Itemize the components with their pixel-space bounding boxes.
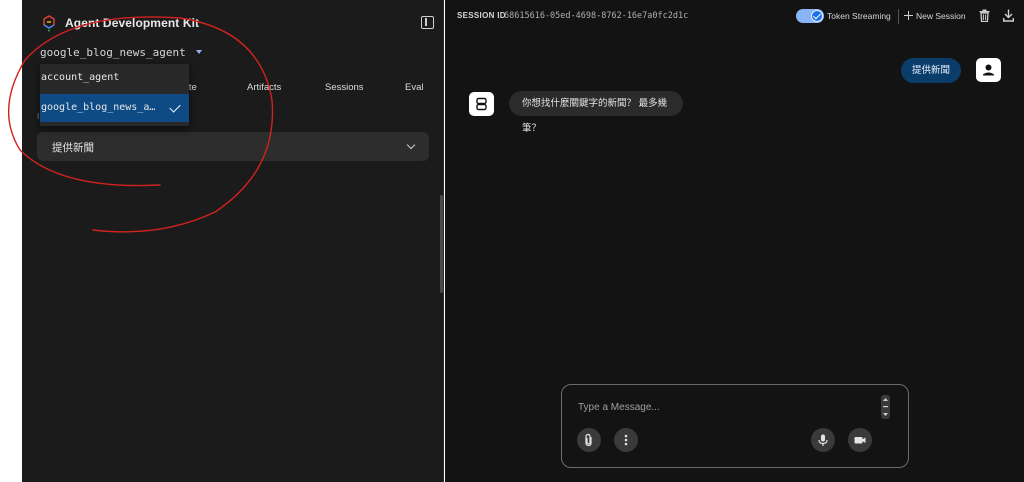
more-options-button[interactable] bbox=[614, 428, 638, 452]
trash-icon[interactable] bbox=[979, 9, 990, 22]
divider bbox=[898, 9, 899, 24]
new-session-button[interactable]: New Session bbox=[916, 11, 966, 21]
agent-dropdown-menu: account_agent google_blog_news_a… bbox=[40, 64, 189, 126]
paperclip-icon bbox=[585, 433, 592, 447]
dropdown-arrow-icon bbox=[195, 50, 202, 54]
person-icon bbox=[983, 64, 994, 76]
adk-logo-icon bbox=[43, 15, 55, 32]
bot-avatar bbox=[469, 92, 494, 116]
event-select[interactable]: 提供新聞 bbox=[37, 132, 429, 161]
tab-artifacts[interactable]: Artifacts bbox=[247, 82, 281, 93]
toggle-knob bbox=[811, 10, 823, 22]
agent-select-value: google_blog_news_agent bbox=[40, 45, 186, 59]
chevron-down-icon bbox=[406, 140, 416, 150]
tab-sessions[interactable]: Sessions bbox=[325, 82, 364, 93]
videocam-icon bbox=[854, 437, 866, 444]
token-streaming-label: Token Streaming bbox=[827, 11, 891, 21]
top-bar: SESSION ID 68615616-05ed-4698-8762-16e7a… bbox=[445, 0, 1024, 32]
agent-select[interactable]: google_blog_news_agent bbox=[40, 44, 202, 60]
message-composer bbox=[561, 384, 909, 468]
dropdown-option-google-blog-news-agent[interactable]: google_blog_news_a… bbox=[40, 94, 189, 122]
sidebar-scrollbar[interactable] bbox=[440, 195, 443, 293]
mic-icon bbox=[818, 434, 828, 446]
more-vert-icon bbox=[624, 434, 628, 446]
event-select-value: 提供新聞 bbox=[52, 142, 94, 154]
option-label: google_blog_news_a… bbox=[41, 102, 156, 113]
token-streaming-toggle[interactable] bbox=[796, 9, 824, 23]
session-id-value: 68615616-05ed-4698-8762-16e7a0fc2d1c bbox=[504, 11, 689, 21]
mic-button[interactable] bbox=[811, 428, 835, 452]
session-id-label: SESSION ID bbox=[457, 11, 506, 20]
robot-icon bbox=[476, 97, 487, 111]
resize-handle-icon[interactable] bbox=[881, 395, 890, 419]
chat-panel: SESSION ID 68615616-05ed-4698-8762-16e7a… bbox=[445, 0, 1024, 482]
option-label: account_agent bbox=[41, 72, 120, 83]
app-root: Agent Development Kit google_blog_news_a… bbox=[0, 0, 1024, 482]
user-message-bubble: 提供新聞 bbox=[901, 58, 961, 83]
user-avatar bbox=[976, 58, 1001, 82]
app-title: Agent Development Kit bbox=[65, 16, 200, 30]
download-icon[interactable] bbox=[1003, 9, 1014, 22]
sidebar-collapse-icon[interactable] bbox=[421, 16, 434, 29]
attach-button[interactable] bbox=[577, 428, 601, 452]
section-label: I bbox=[37, 112, 40, 121]
bot-message-bubble: 你想找什麼關鍵字的新聞？ 最多幾筆？ bbox=[509, 91, 683, 134]
video-button[interactable] bbox=[848, 428, 872, 452]
plus-icon[interactable] bbox=[904, 11, 913, 20]
dropdown-option-account-agent[interactable]: account_agent bbox=[40, 64, 189, 92]
message-input[interactable] bbox=[578, 399, 868, 415]
check-icon bbox=[169, 101, 181, 113]
tab-eval[interactable]: Eval bbox=[405, 82, 423, 93]
